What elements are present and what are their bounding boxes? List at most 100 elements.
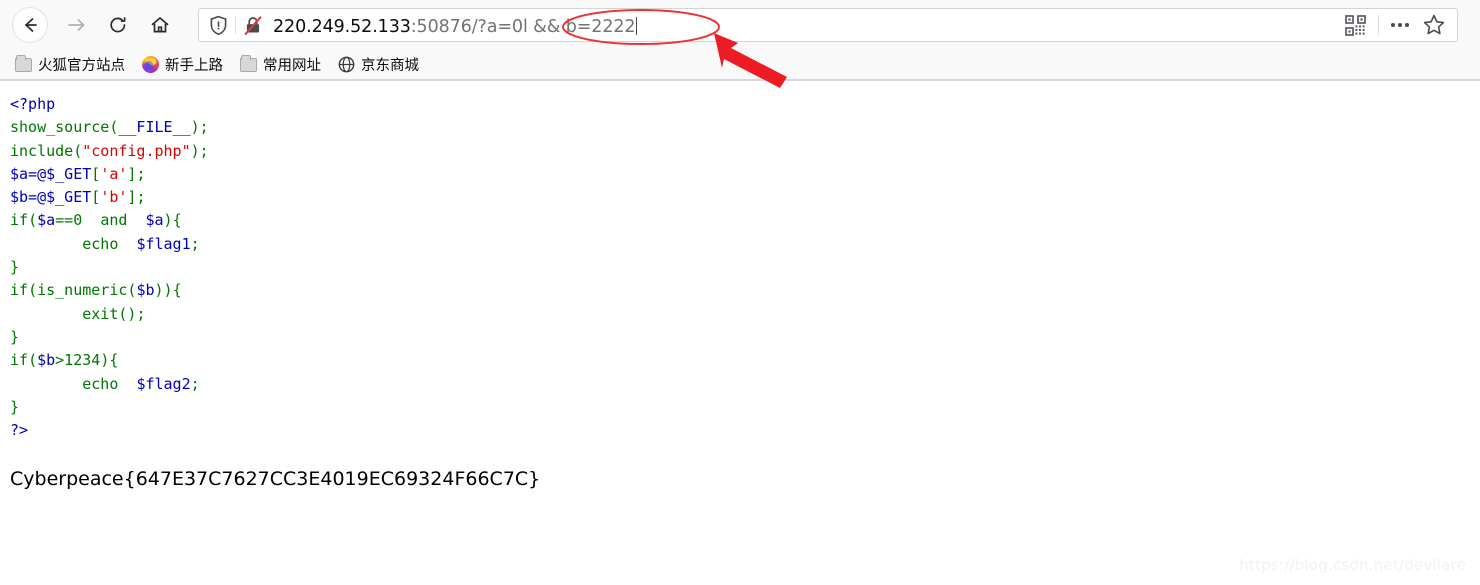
- bookmark-label: 新手上路: [165, 58, 223, 74]
- code-token: 'b': [100, 188, 128, 207]
- urlbar-divider: [235, 16, 236, 34]
- code-token: 'a': [100, 164, 128, 183]
- firefox-logo-icon: [142, 56, 159, 73]
- url-port: :50876: [410, 16, 472, 37]
- flag-output-text: Cyberpeace{647E37C7627CC3E4019EC69324F66…: [10, 468, 541, 491]
- code-line: include("config.php");: [10, 140, 1480, 163]
- star-bookmark-icon[interactable]: [1417, 8, 1451, 42]
- code-token: )): [154, 281, 173, 300]
- code-token: }: [10, 397, 20, 416]
- code-token: show_source: [10, 118, 110, 137]
- code-token: $a: [145, 211, 164, 230]
- code-token: $flag1: [136, 234, 191, 253]
- bookmark-item-firefox-official[interactable]: 火狐官方站点: [8, 52, 132, 77]
- code-line: exit();: [10, 303, 1480, 326]
- home-button[interactable]: [142, 7, 178, 43]
- code-token: is_numeric: [37, 281, 128, 300]
- text-cursor: [636, 16, 638, 35]
- code-line: echo $flag2;: [10, 373, 1480, 396]
- code-line: <?php: [10, 93, 1480, 116]
- code-token: echo: [82, 374, 119, 393]
- code-token: (: [28, 211, 38, 230]
- browser-chrome: 220.249.52.133:50876/?a=0l && b=2222 火狐…: [0, 0, 1480, 81]
- code-token: $flag2: [136, 374, 191, 393]
- code-line: $a=@$_GET['a'];: [10, 163, 1480, 186]
- code-token: if: [10, 281, 29, 300]
- code-token: ==0: [55, 211, 83, 230]
- bookmarks-toolbar: 火狐官方站点 新手上路 常用网址 京东商城: [0, 50, 1480, 80]
- folder-icon: [15, 54, 32, 72]
- back-button[interactable]: [12, 7, 48, 43]
- code-token: ): [190, 118, 200, 137]
- code-token: $b: [136, 281, 155, 300]
- bookmark-label: 京东商城: [361, 58, 419, 74]
- code-token: "config.php": [82, 141, 191, 160]
- bookmark-item-common-sites[interactable]: 常用网址: [233, 52, 328, 77]
- page-actions-ellipsis-icon[interactable]: [1383, 8, 1417, 42]
- url-bar[interactable]: 220.249.52.133:50876/?a=0l && b=2222: [198, 8, 1458, 42]
- url-host: 220.249.52.133: [273, 16, 411, 37]
- code-token: [: [91, 164, 101, 183]
- code-token: {: [109, 351, 119, 370]
- code-token: and: [100, 211, 128, 230]
- urlbar-actions: [1337, 8, 1451, 42]
- code-line: if(is_numeric($b)){: [10, 279, 1480, 302]
- shield-icon[interactable]: [209, 15, 228, 36]
- code-token: <?php: [10, 95, 56, 113]
- code-line: }: [10, 326, 1480, 349]
- back-arrow-icon: [24, 17, 37, 33]
- code-token: $a=@$_GET: [10, 164, 92, 183]
- code-token: ?>: [10, 421, 29, 440]
- lock-crossed-insecure-icon[interactable]: [243, 15, 263, 36]
- navigation-toolbar: 220.249.52.133:50876/?a=0l && b=2222: [0, 0, 1480, 50]
- code-token: echo: [82, 234, 119, 253]
- forward-arrow-icon: [68, 18, 85, 32]
- code-token: $b: [37, 351, 56, 370]
- reload-button[interactable]: [100, 7, 136, 43]
- code-token: {: [172, 281, 182, 300]
- code-token: include: [10, 141, 74, 160]
- code-token: (: [73, 141, 83, 160]
- code-token: exit: [82, 304, 119, 323]
- url-path: /?a=0l && b=2222: [471, 16, 636, 37]
- code-line: if($b>1234){: [10, 349, 1480, 372]
- code-token: if: [10, 211, 29, 230]
- code-token: ): [100, 351, 110, 370]
- code-token: __FILE__: [118, 118, 191, 137]
- code-token: }: [10, 327, 20, 346]
- bookmark-item-getting-started[interactable]: 新手上路: [135, 52, 230, 77]
- code-token: }: [10, 258, 20, 277]
- code-token: {: [172, 211, 182, 230]
- code-token: >1234: [55, 351, 101, 370]
- code-token: ): [190, 141, 200, 160]
- page-content: <?php show_source(__FILE__); include("conf…: [0, 81, 1480, 584]
- code-token: ;: [199, 118, 209, 137]
- blog-watermark: https://blog.csdn.net/devilare: [1239, 556, 1466, 574]
- code-token: ;: [136, 188, 146, 207]
- code-line: ?>: [10, 419, 1480, 442]
- code-line: }: [10, 256, 1480, 279]
- code-token: ;: [190, 234, 200, 253]
- code-token: if: [10, 351, 29, 370]
- globe-icon: [338, 56, 355, 73]
- url-text[interactable]: 220.249.52.133:50876/?a=0l && b=2222: [273, 14, 638, 37]
- code-token: ;: [199, 141, 209, 160]
- bookmark-item-jd-mall[interactable]: 京东商城: [331, 52, 426, 77]
- urlbar-action-divider: [1378, 15, 1379, 35]
- code-line: show_source(__FILE__);: [10, 116, 1480, 139]
- home-icon: [151, 17, 169, 33]
- code-line: }: [10, 396, 1480, 419]
- folder-icon: [240, 54, 257, 72]
- forward-button[interactable]: [58, 7, 94, 43]
- code-token: $a: [37, 211, 56, 230]
- php-source-code: <?php show_source(__FILE__); include("conf…: [0, 81, 1480, 442]
- code-token: ;: [136, 164, 146, 183]
- code-token: (: [28, 351, 38, 370]
- qr-code-icon[interactable]: [1337, 14, 1374, 36]
